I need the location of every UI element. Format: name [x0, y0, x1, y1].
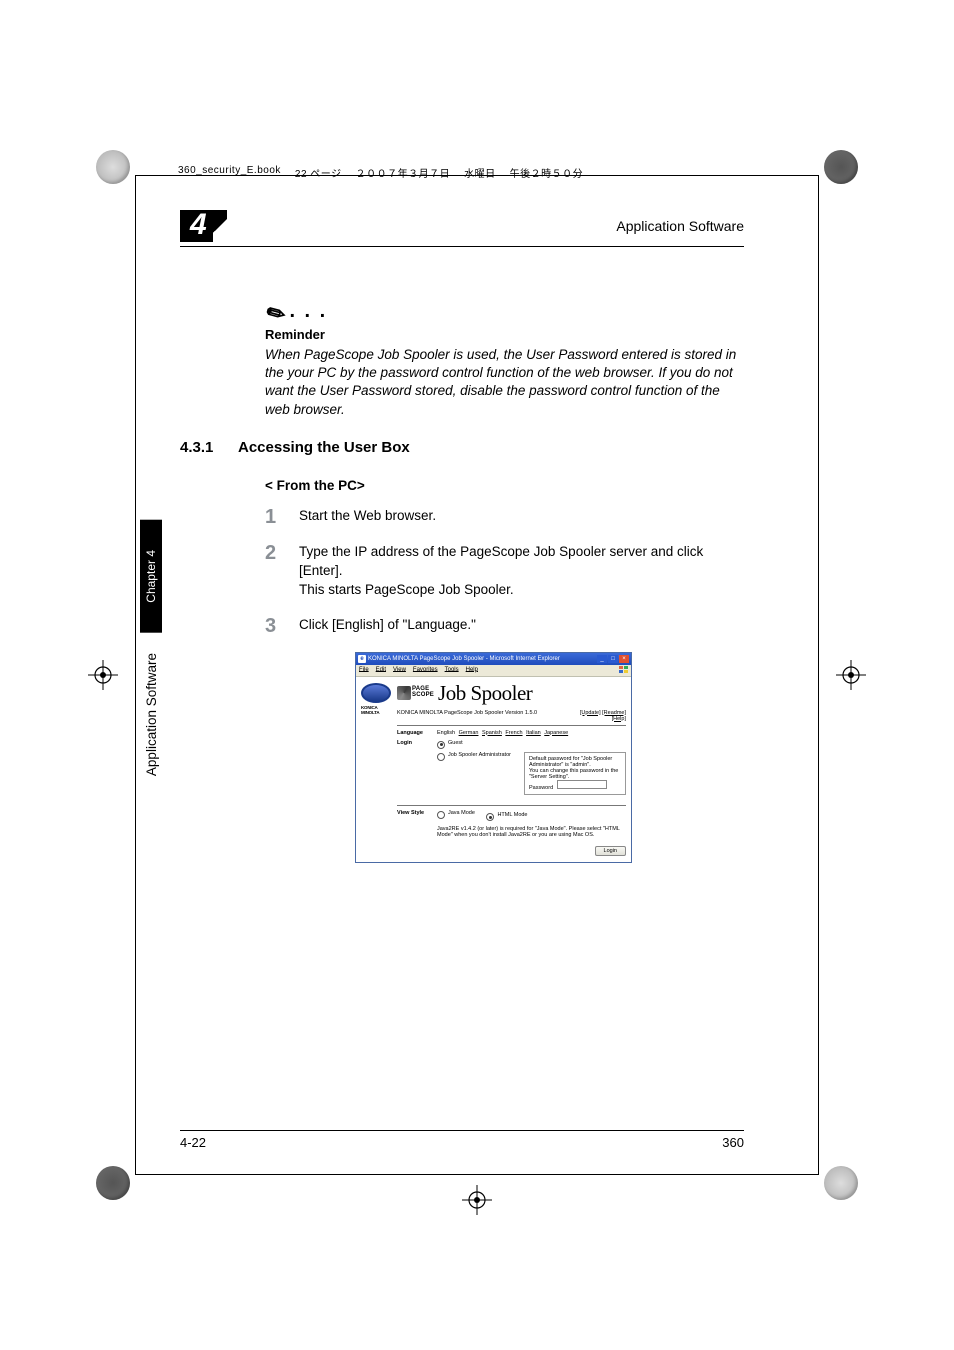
menu-favorites[interactable]: Favorites [413, 667, 438, 673]
lang-spanish[interactable]: Spanish [482, 730, 502, 736]
step-number: 2 [265, 543, 283, 600]
opt-guest: Guest [448, 740, 463, 746]
sidebar-chapter-tab: Chapter 4 [140, 520, 162, 633]
pagescope-logo: PAGESCOPE [397, 686, 434, 700]
corner-ornament [96, 1166, 130, 1200]
registration-mark [88, 660, 118, 690]
step-text: Type the IP address of the PageScope Job… [299, 543, 744, 600]
close-button[interactable]: × [619, 655, 629, 663]
reminder-heading: Reminder [265, 327, 744, 342]
link-update[interactable]: [Update] [580, 710, 601, 716]
menu-edit[interactable]: Edit [376, 667, 386, 673]
window-title: KONICA MINOLTA PageScope Job Spooler - M… [368, 656, 560, 662]
registration-mark [836, 660, 866, 690]
section-title: Accessing the User Box [238, 439, 410, 456]
viewstyle-note: Java2RE v1.4.2 (or later) is required fo… [437, 826, 626, 838]
step-line: Type the IP address of the PageScope Job… [299, 544, 703, 578]
lang-english[interactable]: English [437, 730, 455, 736]
maximize-button[interactable]: □ [608, 655, 618, 663]
section-number: 4.3.1 [180, 439, 228, 456]
corner-ornament [824, 1166, 858, 1200]
ie-icon: e [358, 655, 366, 663]
radio-guest[interactable] [437, 741, 445, 749]
lang-french[interactable]: French [505, 730, 522, 736]
header-title: Application Software [616, 218, 744, 234]
reminder-body: When PageScope Job Spooler is used, the … [265, 346, 744, 419]
menu-view[interactable]: View [393, 667, 406, 673]
opt-java: Java Mode [448, 810, 475, 816]
menu-file[interactable]: File [359, 667, 369, 673]
windows-flag-icon [619, 666, 629, 674]
brand-text: KONICA MINOLTA [361, 705, 391, 715]
opt-admin: Job Spooler Administrator [448, 752, 511, 758]
step-number: 3 [265, 616, 283, 636]
step-number: 1 [265, 507, 283, 527]
chapter-number: 4 [180, 210, 213, 242]
logo-line: SCOPE [412, 692, 434, 698]
minimize-button[interactable]: _ [597, 655, 607, 663]
admin-note: Default password for "Job Spooler Admini… [529, 756, 621, 768]
sub-heading: < From the PC> [265, 478, 744, 493]
window-titlebar: e KONICA MINOLTA PageScope Job Spooler -… [356, 653, 631, 665]
menu-tools[interactable]: Tools [445, 667, 459, 673]
footer-page: 4-22 [180, 1135, 206, 1150]
corner-ornament [96, 150, 130, 184]
menu-bar: File Edit View Favorites Tools Help [356, 665, 631, 677]
lang-german[interactable]: German [459, 730, 479, 736]
radio-admin[interactable] [437, 753, 445, 761]
footer-model: 360 [722, 1135, 744, 1150]
link-help[interactable]: [Help] [612, 716, 626, 722]
konica-minolta-logo: KONICA MINOLTA [361, 683, 391, 715]
opt-html: HTML Mode [497, 812, 527, 818]
label-language: Language [397, 730, 437, 736]
radio-html[interactable] [486, 813, 494, 821]
step-text: Start the Web browser. [299, 507, 744, 527]
embedded-screenshot: e KONICA MINOLTA PageScope Job Spooler -… [355, 652, 632, 864]
admin-note: You can change this password in the "Ser… [529, 768, 621, 780]
page-header: 4 Application Software [180, 210, 744, 247]
admin-info-box: Default password for "Job Spooler Admini… [524, 752, 626, 795]
label-password: Password [529, 785, 553, 791]
login-button[interactable]: Login [595, 846, 626, 856]
step-text: Click [English] of "Language." [299, 616, 744, 636]
label-login: Login [397, 740, 437, 798]
version-text: KONICA MINOLTA PageScope Job Spooler Ver… [397, 710, 537, 722]
menu-help[interactable]: Help [466, 667, 478, 673]
lang-italian[interactable]: Italian [526, 730, 541, 736]
label-viewstyle: View Style [397, 810, 437, 839]
lang-japanese[interactable]: Japanese [544, 730, 568, 736]
product-name: Job Spooler [438, 681, 532, 706]
step-line: This starts PageScope Job Spooler. [299, 582, 514, 597]
corner-ornament [824, 150, 858, 184]
registration-mark [462, 1185, 492, 1215]
password-input[interactable] [557, 780, 607, 789]
sidebar-section-label: Application Software [144, 653, 159, 776]
radio-java[interactable] [437, 811, 445, 819]
reminder-icon: ✎. . . [265, 297, 744, 323]
